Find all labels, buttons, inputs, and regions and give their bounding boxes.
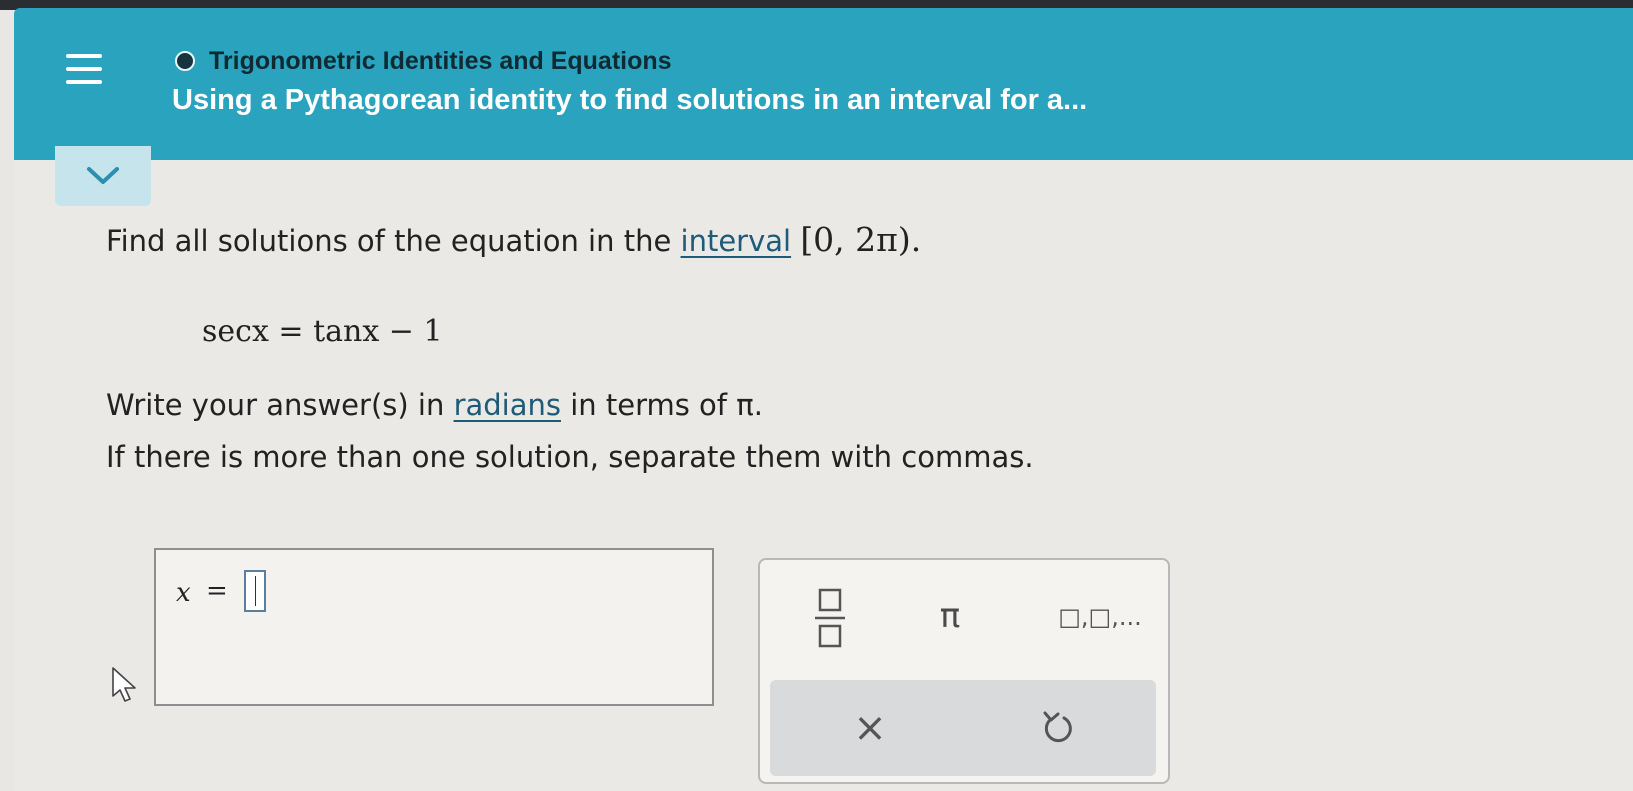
math-keypad: π □,□,... × [758, 558, 1170, 784]
chevron-down-icon [87, 167, 119, 184]
pi-button[interactable]: π [920, 588, 980, 644]
radians-link[interactable]: radians [454, 388, 561, 422]
hamburger-menu-icon-line [66, 67, 102, 71]
problem-prompt: Find all solutions of the equation in th… [106, 220, 921, 259]
keypad-action-bar: × [770, 680, 1156, 776]
collapse-button[interactable] [55, 146, 151, 206]
circle-status-icon [175, 51, 195, 71]
fraction-button[interactable] [800, 580, 860, 656]
menu-button[interactable] [52, 40, 118, 100]
fraction-template-icon [815, 588, 845, 648]
undo-button[interactable] [1028, 696, 1088, 760]
topic-row: Trigonometric Identities and Equations [175, 44, 672, 78]
prompt-text: Find all solutions of the equation in th… [106, 224, 681, 258]
hamburger-menu-icon-line [66, 80, 102, 84]
instruction-radians: Write your answer(s) in radians in terms… [106, 388, 763, 422]
answer-variable: x [176, 578, 191, 608]
list-template-button[interactable]: □,□,... [1050, 592, 1150, 642]
answer-equals: = [206, 576, 228, 606]
topic-title: Trigonometric Identities and Equations [209, 46, 672, 75]
mouse-pointer-icon [112, 667, 136, 702]
undo-icon [1043, 711, 1072, 743]
equation: secx = tanx − 1 [202, 314, 443, 349]
interval-link[interactable]: interval [681, 224, 792, 258]
hamburger-menu-icon [66, 54, 102, 58]
answer-area[interactable]: x = [154, 548, 714, 706]
lesson-title: Using a Pythagorean identity to find sol… [172, 84, 1088, 116]
clear-button[interactable]: × [840, 696, 900, 760]
instruction-text-suffix: in terms of π. [560, 388, 763, 422]
interval-value: [0, 2π). [800, 220, 922, 259]
instruction-text: Write your answer(s) in [106, 388, 454, 422]
answer-input[interactable] [244, 570, 266, 612]
instruction-commas: If there is more than one solution, sepa… [106, 440, 1034, 474]
